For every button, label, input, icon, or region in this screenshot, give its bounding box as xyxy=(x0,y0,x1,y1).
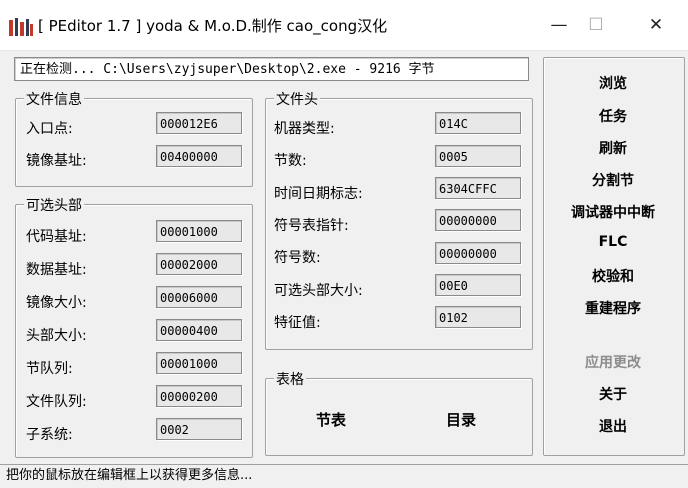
tables-group-label: 表格 xyxy=(274,369,306,389)
data-base-field[interactable]: 00002000 xyxy=(156,253,242,275)
tables-group: 表格 xyxy=(265,369,533,456)
file-header-group-label: 文件头 xyxy=(274,89,320,109)
symbol-table-pointer-field[interactable]: 00000000 xyxy=(435,209,521,231)
subsystem-field[interactable]: 0002 xyxy=(156,418,242,440)
characteristics-field[interactable]: 0102 xyxy=(435,306,521,328)
entry-point-field[interactable]: 000012E6 xyxy=(156,112,242,134)
maximize-button[interactable]: ☐ xyxy=(574,8,618,42)
number-of-sections-label: 节数: xyxy=(274,153,307,169)
title-bar: [ PEditor 1.7 ] yoda & M.o.D.制作 cao_cong… xyxy=(0,0,688,51)
optional-header-size-label: 可选头部大小: xyxy=(274,283,363,299)
exit-button[interactable]: 退出 xyxy=(543,416,683,436)
image-base-field[interactable]: 00400000 xyxy=(156,145,242,167)
subsystem-label: 子系统: xyxy=(26,427,73,443)
symbol-table-pointer-label: 符号表指针: xyxy=(274,218,349,234)
number-of-symbols-field[interactable]: 00000000 xyxy=(435,242,521,264)
section-table-button[interactable]: 节表 xyxy=(316,409,346,430)
number-of-sections-field[interactable]: 0005 xyxy=(435,145,521,167)
split-sections-button[interactable]: 分割节 xyxy=(543,170,683,190)
section-alignment-label: 节队列: xyxy=(26,361,73,377)
debugger-break-button[interactable]: 调试器中中断 xyxy=(543,202,683,222)
close-button[interactable]: ✕ xyxy=(634,8,678,42)
image-size-label: 镜像大小: xyxy=(26,295,87,311)
timestamp-label: 时间日期标志: xyxy=(274,186,363,202)
file-info-group-label: 文件信息 xyxy=(24,89,84,109)
apply-changes-button[interactable]: 应用更改 xyxy=(543,352,683,372)
header-size-label: 头部大小: xyxy=(26,328,87,344)
optional-header-group-label: 可选头部 xyxy=(24,195,84,215)
machine-type-label: 机器类型: xyxy=(274,121,335,137)
code-base-field[interactable]: 00001000 xyxy=(156,220,242,242)
header-size-field[interactable]: 00000400 xyxy=(156,319,242,341)
tasks-button[interactable]: 任务 xyxy=(543,106,683,126)
optional-header-size-field[interactable]: 00E0 xyxy=(435,274,521,296)
characteristics-label: 特征值: xyxy=(274,315,321,331)
number-of-symbols-label: 符号数: xyxy=(274,250,321,266)
checksum-button[interactable]: 校验和 xyxy=(543,266,683,286)
app-icon xyxy=(9,18,33,36)
refresh-button[interactable]: 刷新 xyxy=(543,138,683,158)
flc-button[interactable]: FLC xyxy=(543,234,683,250)
image-size-field[interactable]: 00006000 xyxy=(156,286,242,308)
file-alignment-field[interactable]: 00000200 xyxy=(156,385,242,407)
entry-point-label: 入口点: xyxy=(26,121,73,137)
section-alignment-field[interactable]: 00001000 xyxy=(156,352,242,374)
timestamp-field[interactable]: 6304CFFC xyxy=(435,177,521,199)
window-title: [ PEditor 1.7 ] yoda & M.o.D.制作 cao_cong… xyxy=(38,17,388,35)
status-line: 正在检测... C:\Users\zyjsuper\Desktop\2.exe … xyxy=(14,57,529,81)
code-base-label: 代码基址: xyxy=(26,229,87,245)
hint-bar: 把你的鼠标放在编辑框上以获得更多信息... xyxy=(0,464,688,488)
directory-button[interactable]: 目录 xyxy=(446,409,476,430)
about-button[interactable]: 关于 xyxy=(543,384,683,404)
file-alignment-label: 文件队列: xyxy=(26,394,87,410)
machine-type-field[interactable]: 014C xyxy=(435,112,521,134)
image-base-label: 镜像基址: xyxy=(26,153,87,169)
rebuild-button[interactable]: 重建程序 xyxy=(543,298,683,318)
browse-button[interactable]: 浏览 xyxy=(543,73,683,93)
data-base-label: 数据基址: xyxy=(26,262,87,278)
